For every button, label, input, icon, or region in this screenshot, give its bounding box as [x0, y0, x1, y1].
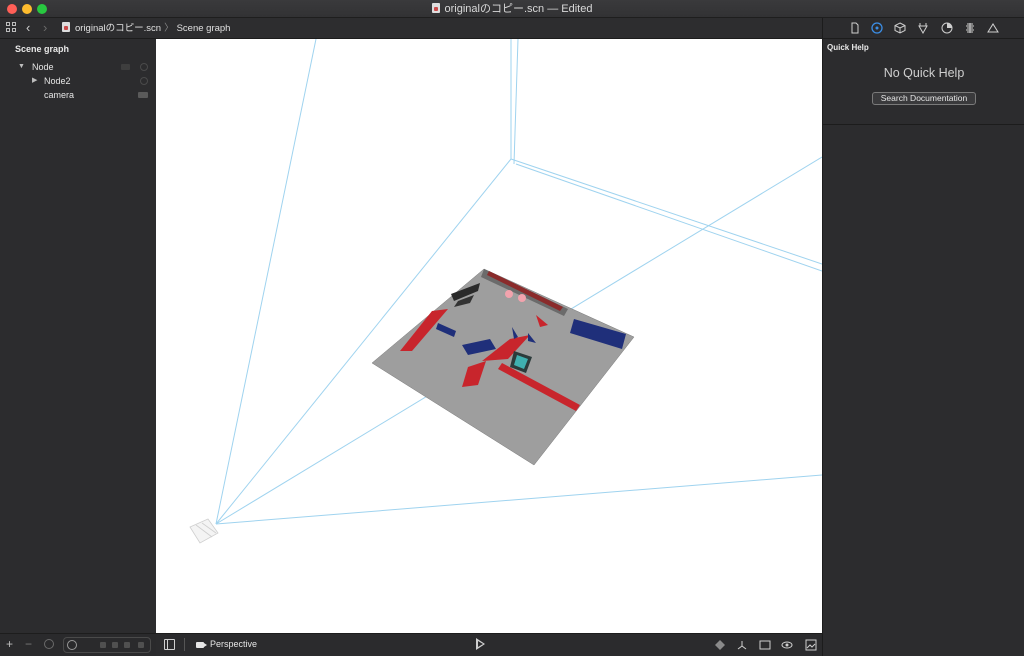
scene-icon[interactable]: [987, 22, 999, 34]
material-icon[interactable]: [941, 22, 953, 34]
search-documentation-button[interactable]: Search Documentation: [872, 92, 976, 105]
video-camera-icon[interactable]: [196, 642, 207, 648]
quick-help-icon[interactable]: [871, 22, 883, 34]
scene-background-icon[interactable]: [805, 639, 817, 651]
back-button[interactable]: ‹: [26, 20, 30, 35]
disclosure-expanded-icon[interactable]: ▼: [18, 60, 25, 74]
scene-graph-footer: + −: [0, 633, 156, 656]
inspector-tab-bar: [823, 18, 1024, 39]
breadcrumb-scene-graph[interactable]: Scene graph: [177, 23, 231, 34]
node-settings-icon[interactable]: [140, 77, 148, 85]
light-filter-icon[interactable]: [100, 642, 106, 648]
related-items-grid-icon[interactable]: [6, 22, 17, 33]
tree-node-label: Node2: [44, 76, 71, 86]
title-bar: originalのコピー.scn — Edited: [0, 0, 1024, 18]
node-settings-icon[interactable]: [140, 63, 148, 71]
filter-icon: [67, 640, 77, 650]
toggle-sidebar-icon[interactable]: [164, 639, 175, 650]
floor-model: [371, 268, 635, 466]
scene-file-icon: [431, 3, 440, 13]
window-title-text: originalのコピー.scn — Edited: [444, 3, 593, 15]
geometry-filter-icon[interactable]: [124, 642, 130, 648]
file-icon[interactable]: [849, 22, 861, 34]
window-title: originalのコピー.scn — Edited: [0, 2, 1024, 16]
camera-gizmo[interactable]: [189, 518, 219, 544]
scene-graph-panel: Scene graph ▼ Node ▶ Node2 camera: [0, 39, 156, 633]
breadcrumb: originalのコピー.scn 〉 Scene graph: [62, 22, 230, 35]
tree-node-camera[interactable]: camera: [0, 88, 156, 102]
pin-icon[interactable]: [714, 639, 726, 651]
tree-node-node2[interactable]: ▶ Node2: [0, 74, 156, 88]
tree-node-label: camera: [44, 90, 75, 100]
physics-icon[interactable]: [964, 22, 976, 34]
node-icon[interactable]: [894, 22, 906, 34]
safe-area-icon[interactable]: [759, 639, 771, 651]
no-quick-help-message: No Quick Help: [883, 66, 965, 80]
divider: [823, 124, 1024, 125]
filter-field[interactable]: [63, 637, 151, 653]
breadcrumb-separator: 〉: [164, 23, 174, 34]
forward-button[interactable]: ›: [43, 20, 47, 35]
quick-help-title: Quick Help: [827, 43, 869, 52]
divider: [184, 638, 185, 651]
particle-filter-icon[interactable]: [138, 642, 144, 648]
disclosure-collapsed-icon[interactable]: ▶: [32, 74, 37, 88]
scene-graph-header: Scene graph: [15, 44, 70, 54]
tree-node-node[interactable]: ▼ Node: [0, 60, 156, 74]
breadcrumb-file[interactable]: originalのコピー.scn: [75, 23, 161, 34]
scene-render: [189, 39, 822, 544]
add-node-button[interactable]: +: [6, 637, 13, 652]
scene-file-icon: [62, 22, 70, 32]
inspector-panel: Quick Help No Quick Help Search Document…: [822, 18, 1024, 656]
attributes-icon[interactable]: [917, 22, 929, 34]
viewport-toolbar: Perspective: [156, 633, 822, 656]
camera-visibility-icon[interactable]: [121, 64, 130, 70]
point-of-view-menu[interactable]: Perspective: [210, 639, 257, 649]
transform-gizmo-icon[interactable]: [736, 639, 748, 651]
camera-filter-icon[interactable]: [112, 642, 118, 648]
scene-viewport[interactable]: [156, 39, 822, 633]
remove-node-button[interactable]: −: [25, 637, 32, 652]
tree-node-label: Node: [32, 62, 54, 72]
editor-jump-bar: ‹ › originalのコピー.scn 〉 Scene graph: [0, 18, 822, 39]
gear-icon[interactable]: [44, 639, 54, 649]
camera-icon: [138, 92, 148, 98]
eye-icon[interactable]: [781, 639, 793, 651]
